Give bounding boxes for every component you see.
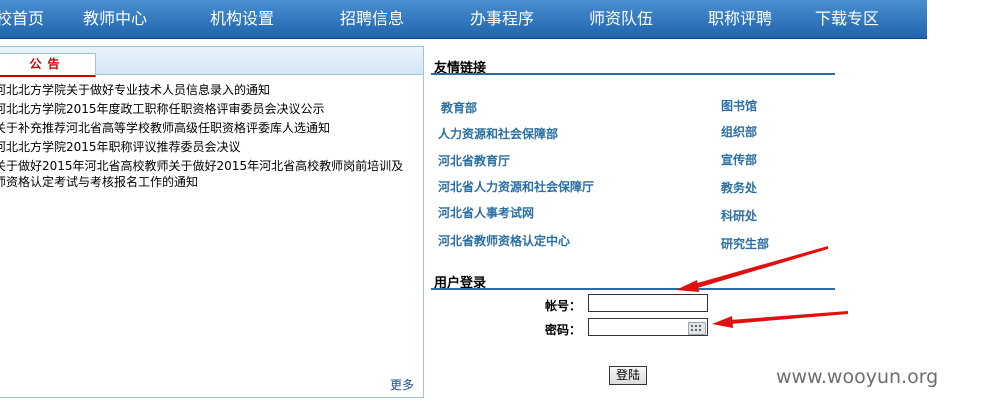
nav-item-procedures[interactable]: 办事程序	[470, 0, 534, 38]
link-hebei-teacher-cert[interactable]: 河北省教师资格认定中心	[438, 232, 570, 249]
nav-item-recruitment[interactable]: 招聘信息	[340, 0, 404, 38]
arrow-to-account	[676, 246, 828, 292]
nav-item-organization[interactable]: 机构设置	[210, 0, 274, 38]
notice-panel: 公告 河北北方学院关于做好专业技术人员信息录入的通知 河北北方学院2015年度政…	[0, 46, 424, 398]
link-ministry-of-education[interactable]: 教育部	[441, 99, 477, 116]
notice-item[interactable]: 河北北方学院关于做好专业技术人员信息录入的通知	[0, 82, 270, 98]
nav-item-teacher-center[interactable]: 教师中心	[83, 0, 147, 38]
link-research-office[interactable]: 科研处	[721, 207, 757, 224]
notice-item[interactable]: 河北北方学院2015年度政工职称任职资格评审委员会决议公示	[0, 101, 325, 117]
keyboard-icon[interactable]	[688, 322, 706, 335]
notice-item[interactable]: 关于做好2015年河北省高校教师关于做好2015年河北省高校教师岗前培训及师资格…	[0, 158, 406, 190]
top-nav: 校首页 教师中心 机构设置 招聘信息 办事程序 师资队伍 职称评聘 下载专区	[0, 0, 927, 39]
password-label: 密码：	[545, 323, 582, 337]
arrow-to-password	[712, 311, 848, 328]
nav-gap	[927, 0, 982, 40]
links-divider	[431, 73, 835, 75]
login-button[interactable]: 登陆	[609, 366, 647, 385]
link-library[interactable]: 图书馆	[721, 97, 757, 114]
link-organization-dept[interactable]: 组织部	[721, 123, 757, 140]
link-publicity-dept[interactable]: 宣传部	[721, 151, 757, 168]
link-hebei-exam[interactable]: 河北省人事考试网	[438, 204, 534, 221]
link-hrss-ministry[interactable]: 人力资源和社会保障部	[438, 125, 558, 142]
nav-item-downloads[interactable]: 下载专区	[815, 0, 879, 38]
nav-item-home[interactable]: 校首页	[0, 0, 44, 38]
account-label: 帐号：	[545, 299, 582, 313]
login-divider	[431, 288, 835, 290]
nav-item-faculty[interactable]: 师资队伍	[589, 0, 653, 38]
tab-notice[interactable]: 公告	[0, 53, 96, 77]
account-input[interactable]	[588, 294, 708, 312]
notice-item[interactable]: 关于补充推荐河北省高等学校教师高级任职资格评委库人选通知	[0, 120, 330, 136]
watermark: www.wooyun.org	[776, 366, 939, 388]
link-hebei-hrss[interactable]: 河北省人力资源和社会保障厅	[438, 178, 594, 195]
nav-item-title-evaluation[interactable]: 职称评聘	[708, 0, 772, 38]
link-graduate-school[interactable]: 研究生部	[721, 235, 769, 252]
link-hebei-education-dept[interactable]: 河北省教育厅	[438, 152, 510, 169]
notice-tabbar: 公告	[0, 47, 423, 77]
link-academic-affairs[interactable]: 教务处	[721, 179, 757, 196]
more-link[interactable]: 更多	[390, 376, 414, 393]
notice-item[interactable]: 河北北方学院2015年职称评议推荐委员会决议	[0, 139, 241, 155]
